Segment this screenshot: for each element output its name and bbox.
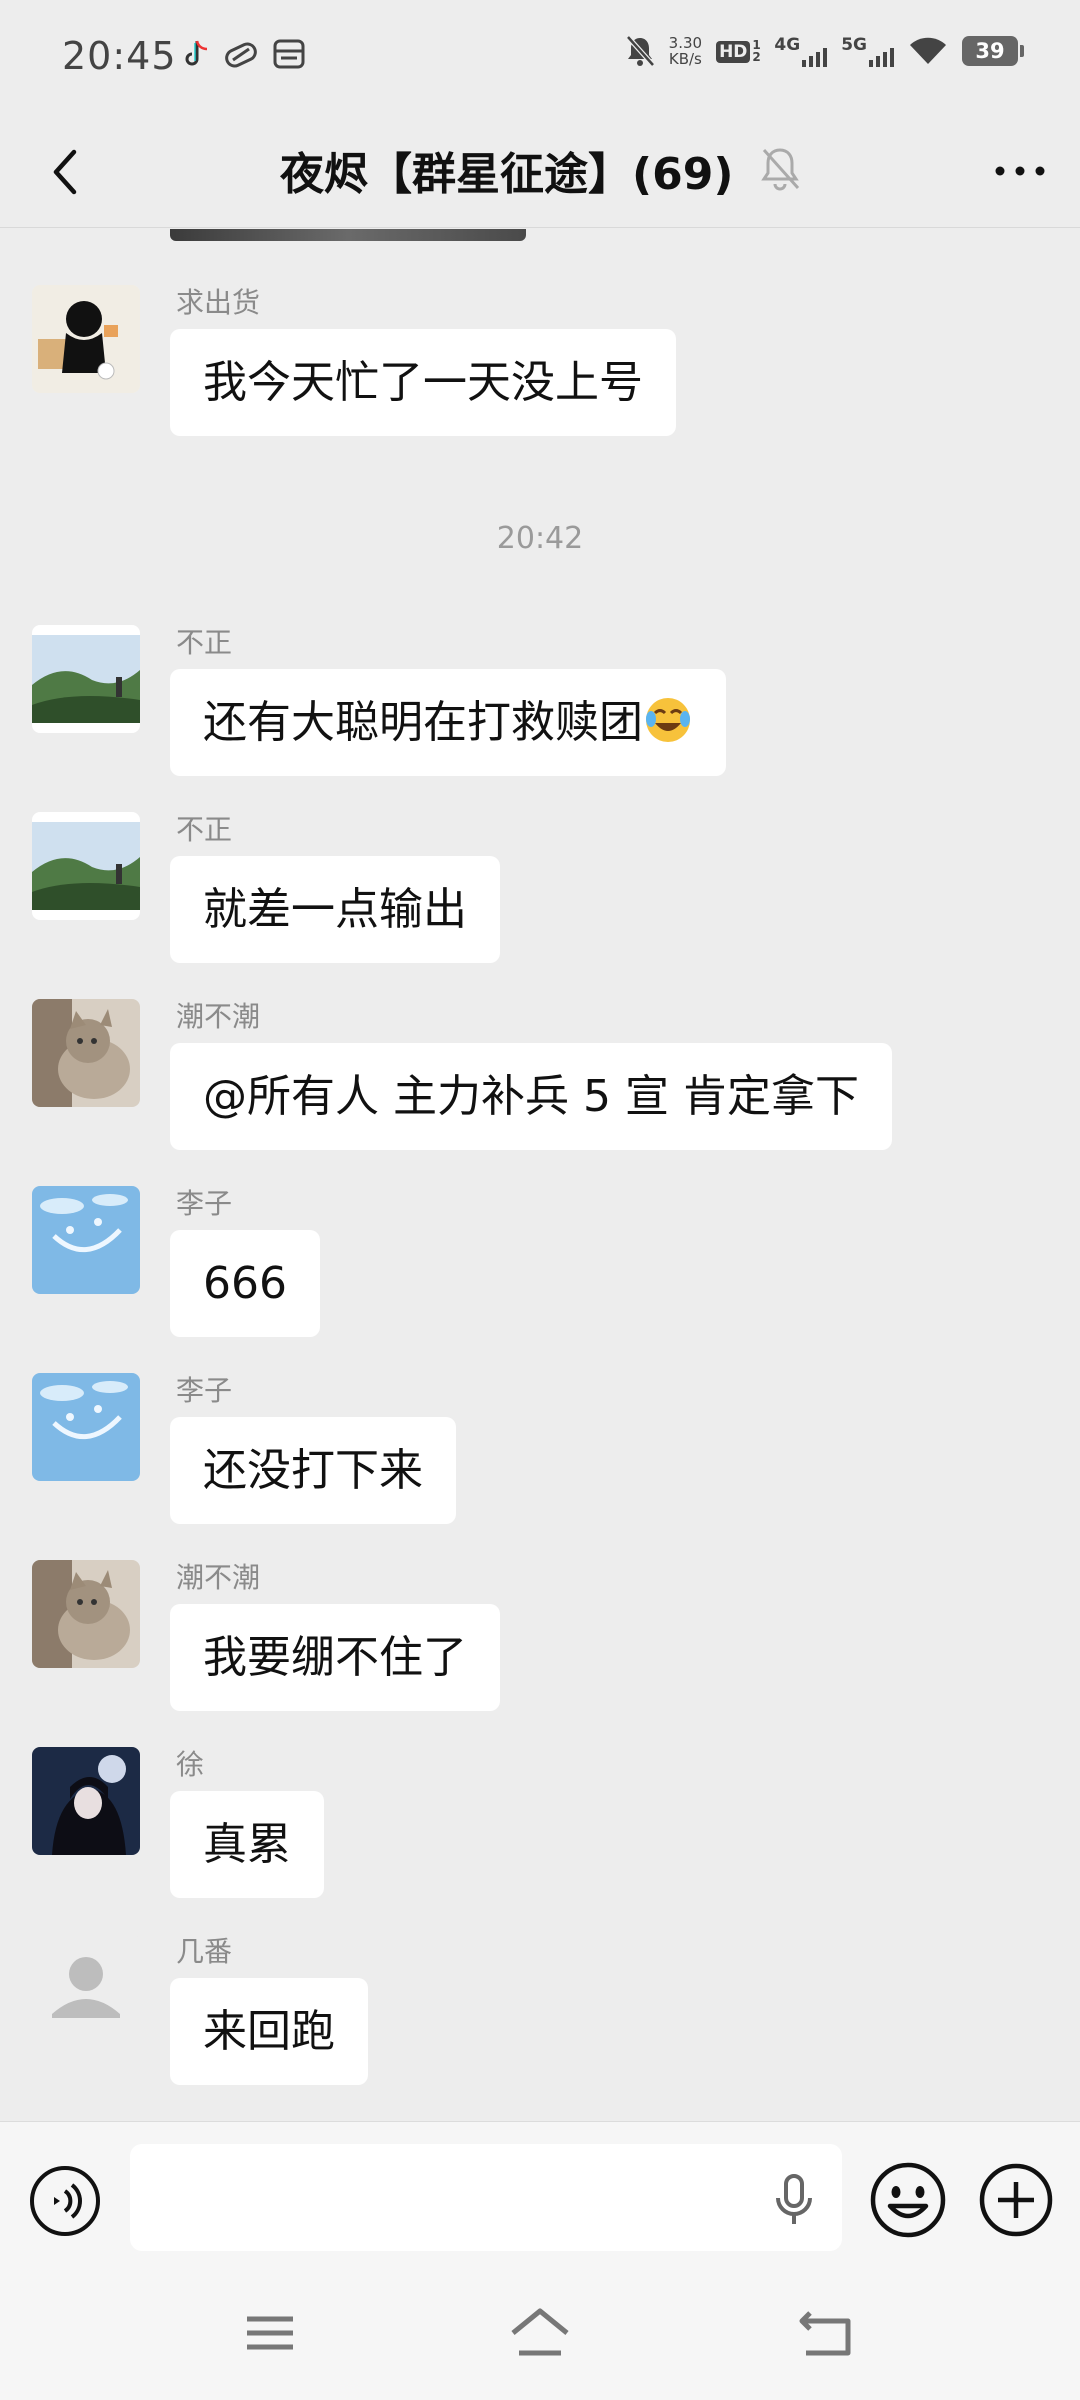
home-icon[interactable] bbox=[505, 2303, 575, 2363]
sender-name: 求出货 bbox=[176, 286, 261, 319]
avatar[interactable] bbox=[32, 625, 140, 733]
ellipsis-icon[interactable] bbox=[990, 146, 1050, 196]
mic-icon[interactable] bbox=[770, 2172, 818, 2228]
message-input[interactable] bbox=[130, 2144, 842, 2251]
voice-icon[interactable] bbox=[28, 2164, 102, 2238]
wifi-icon bbox=[910, 37, 946, 64]
sender-name: 潮不潮 bbox=[176, 1561, 261, 1594]
signal-5g: 5G bbox=[841, 35, 894, 67]
tiktok-icon bbox=[185, 40, 208, 66]
smiley-icon[interactable] bbox=[868, 2160, 948, 2240]
bell-off-status-icon bbox=[625, 35, 655, 67]
avatar[interactable] bbox=[32, 1186, 140, 1294]
image-message-partial[interactable] bbox=[170, 229, 526, 241]
network-speed: 3.30 KB/s bbox=[668, 34, 703, 68]
message-bubble[interactable]: 我要绷不住了 bbox=[170, 1604, 500, 1711]
hd-indicator: HD 1 2 bbox=[716, 39, 761, 63]
message-timestamp: 20:42 bbox=[496, 521, 584, 556]
message-bubble[interactable]: @所有人 主力补兵 5 宣 肯定拿下 bbox=[170, 1043, 892, 1150]
tears-of-joy-emoji-icon bbox=[646, 698, 690, 742]
back-icon[interactable] bbox=[790, 2303, 860, 2363]
status-bar: 20:45 3.30 KB/s HD 1 2 4G 5G 39 bbox=[0, 0, 1080, 118]
message-bubble[interactable]: 666 bbox=[170, 1230, 320, 1337]
sender-name: 李子 bbox=[176, 1374, 233, 1407]
default-avatar-icon[interactable] bbox=[32, 1934, 140, 2042]
battery-indicator: 39 bbox=[962, 36, 1024, 66]
message-bubble[interactable]: 还没打下来 bbox=[170, 1417, 456, 1524]
sender-name: 几番 bbox=[176, 1935, 233, 1968]
sender-name: 潮不潮 bbox=[176, 1000, 261, 1033]
bell-off-icon bbox=[761, 148, 800, 191]
menu-icon[interactable] bbox=[235, 2303, 305, 2363]
avatar[interactable] bbox=[32, 999, 140, 1107]
message-bubble[interactable]: 来回跑 bbox=[170, 1978, 368, 2085]
signal-4g: 4G bbox=[774, 35, 828, 67]
message-bubble[interactable]: 我今天忙了一天没上号 bbox=[170, 329, 676, 436]
status-left-icons bbox=[182, 38, 306, 70]
avatar[interactable] bbox=[32, 1747, 140, 1855]
message-bubble[interactable]: 还有大聪明在打救赎团 bbox=[170, 669, 726, 776]
plus-icon[interactable] bbox=[978, 2162, 1054, 2238]
chat-header: 夜烬【群星征途】(69) bbox=[0, 118, 1080, 228]
avatar[interactable] bbox=[32, 1373, 140, 1481]
message-list[interactable]: 求出货 我今天忙了一天没上号 20:42 不正 还有大聪明在打救赎团 不正 就差… bbox=[0, 229, 1080, 2121]
chat-title: 夜烬【群星征途】(69) bbox=[280, 149, 734, 200]
avatar[interactable] bbox=[32, 1560, 140, 1668]
status-right-icons: 3.30 KB/s HD 1 2 4G 5G 39 bbox=[625, 34, 1024, 68]
link-icon bbox=[225, 42, 257, 68]
sender-name: 徐 bbox=[176, 1748, 205, 1781]
sender-name: 不正 bbox=[176, 813, 233, 846]
avatar[interactable] bbox=[32, 285, 140, 393]
message-bubble[interactable]: 真累 bbox=[170, 1791, 324, 1898]
input-bar bbox=[0, 2121, 1080, 2279]
card-icon bbox=[273, 39, 305, 69]
message-bubble[interactable]: 就差一点输出 bbox=[170, 856, 500, 963]
status-time: 20:45 bbox=[62, 34, 177, 78]
sender-name: 李子 bbox=[176, 1187, 233, 1220]
sender-name: 不正 bbox=[176, 626, 233, 659]
system-navigation-bar bbox=[0, 2279, 1080, 2400]
avatar[interactable] bbox=[32, 812, 140, 920]
chevron-left-icon[interactable] bbox=[38, 142, 98, 202]
